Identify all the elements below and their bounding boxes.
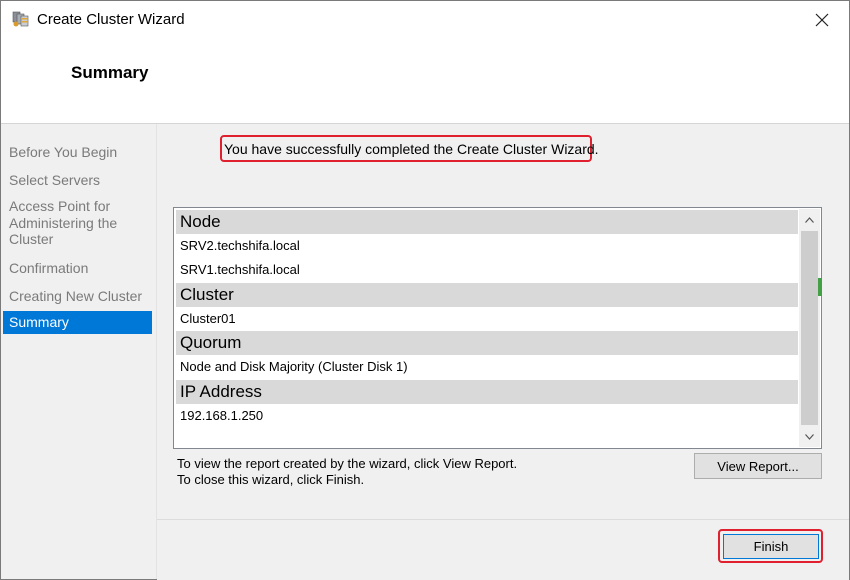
- report-row: SRV1.techshifa.local: [176, 258, 798, 283]
- finish-button[interactable]: Finish: [723, 534, 819, 559]
- nav-step-confirmation[interactable]: Confirmation: [3, 260, 152, 277]
- section-header-cluster: Cluster: [176, 282, 798, 307]
- nav-step-before-you-begin[interactable]: Before You Begin: [3, 144, 152, 161]
- window-title: Create Cluster Wizard: [37, 11, 185, 28]
- help-line-view-report: To view the report created by the wizard…: [177, 456, 518, 471]
- page-title: Summary: [71, 63, 149, 82]
- close-icon: [815, 13, 829, 27]
- help-line-finish: To close this wizard, click Finish.: [177, 472, 365, 487]
- wizard-steps-nav: [1, 124, 156, 579]
- scroll-down-button[interactable]: [799, 426, 820, 447]
- chevron-down-icon: [805, 433, 814, 440]
- chevron-up-icon: [805, 216, 814, 223]
- nav-step-creating-new-cluster[interactable]: Creating New Cluster: [3, 288, 152, 305]
- success-message: You have successfully completed the Crea…: [224, 141, 599, 157]
- section-header-quorum: Quorum: [176, 331, 798, 356]
- section-header-ip-address: IP Address: [176, 379, 798, 404]
- report-row: Node and Disk Majority (Cluster Disk 1): [176, 355, 798, 380]
- scroll-up-button[interactable]: [799, 209, 820, 230]
- wizard-window: Create Cluster Wizard Summary Before You…: [0, 0, 850, 580]
- help-text: To view the report created by the wizard…: [177, 456, 517, 488]
- close-button[interactable]: [799, 3, 845, 37]
- report-row: SRV2.techshifa.local: [176, 234, 798, 259]
- report-box[interactable]: Node SRV2.techshifa.local SRV1.techshifa…: [173, 207, 822, 449]
- report-content: Node SRV2.techshifa.local SRV1.techshifa…: [176, 210, 798, 446]
- report-row: Cluster01: [176, 306, 798, 332]
- nav-step-access-point[interactable]: Access Point for Administering the Clust…: [3, 198, 128, 248]
- nav-step-summary[interactable]: Summary: [3, 311, 152, 334]
- green-accent: [818, 278, 822, 296]
- report-scrollbar[interactable]: [799, 209, 820, 447]
- section-header-node: Node: [176, 210, 798, 234]
- wizard-header: Summary: [1, 39, 849, 123]
- view-report-button[interactable]: View Report...: [694, 453, 822, 479]
- cluster-wizard-icon: [11, 9, 31, 29]
- title-bar: Create Cluster Wizard: [1, 1, 849, 39]
- nav-step-select-servers[interactable]: Select Servers: [3, 172, 152, 189]
- report-row: 192.168.1.250: [176, 403, 798, 428]
- scroll-thumb[interactable]: [801, 231, 818, 425]
